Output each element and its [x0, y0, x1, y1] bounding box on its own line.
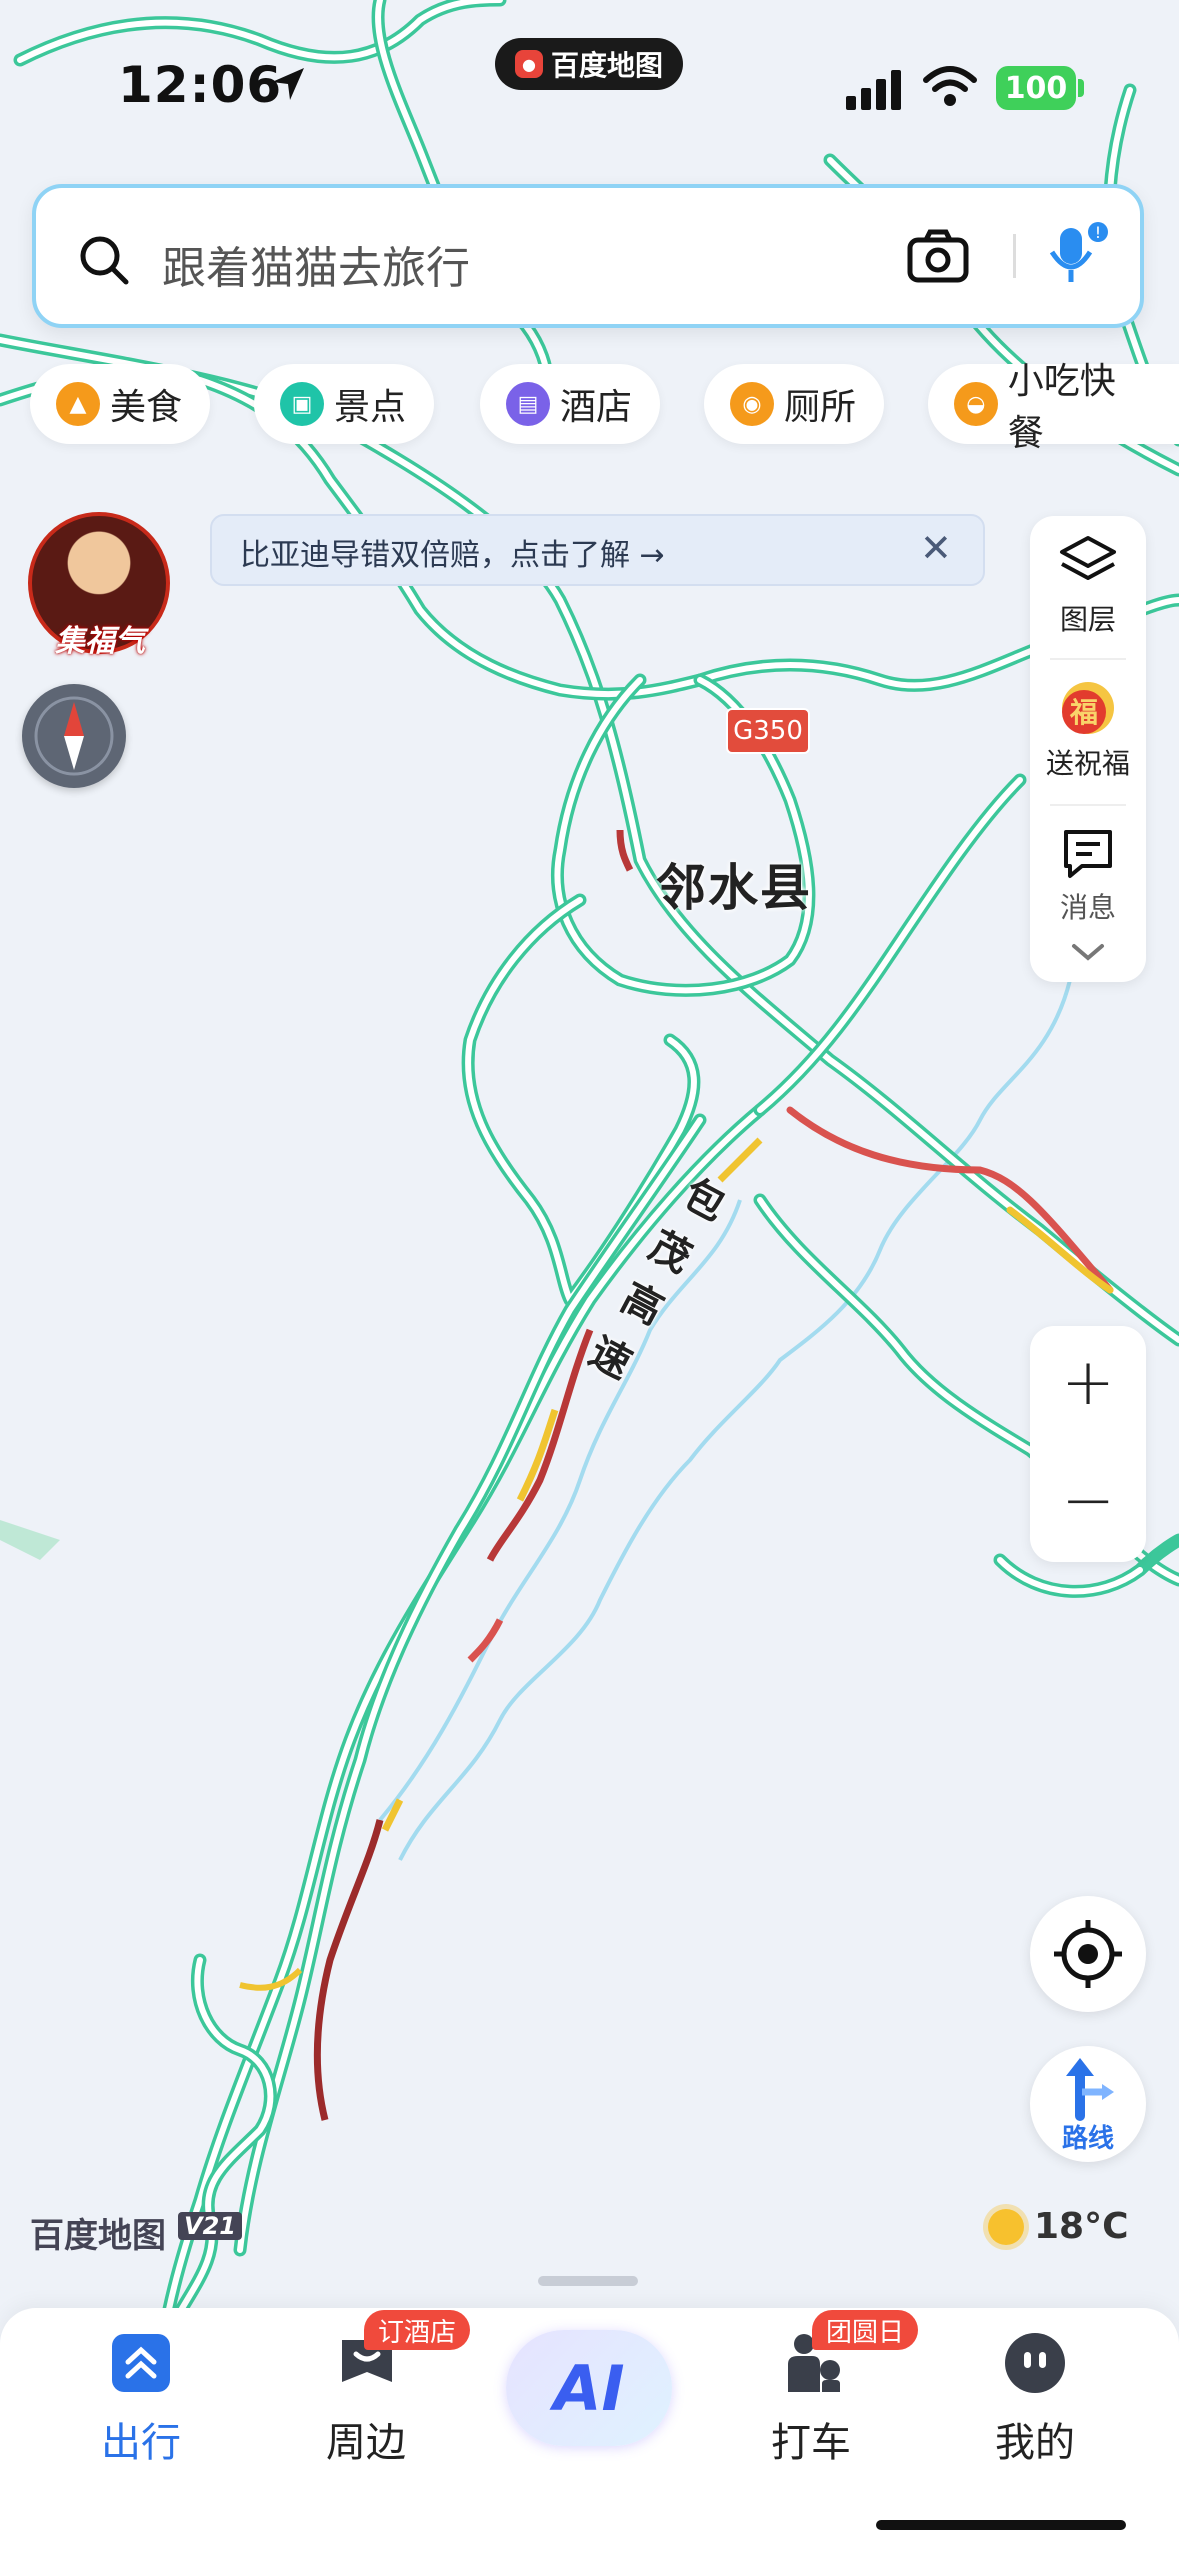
promo-banner-text[interactable]: 比亚迪导错双倍赔，点击了解 → [240, 530, 665, 574]
svg-text:!: ! [1095, 223, 1101, 242]
tool-separator [1050, 804, 1126, 806]
ai-assistant-button[interactable]: AI [506, 2330, 672, 2446]
app-indicator-pill[interactable]: ● 百度地图 [495, 38, 683, 90]
locate-button[interactable] [1030, 1896, 1146, 2012]
home-indicator[interactable] [876, 2520, 1126, 2530]
sheet-handle[interactable] [538, 2276, 638, 2286]
route-label[interactable]: 路线 [1030, 2118, 1146, 2155]
category-chip-scenery[interactable]: ▣ 景点 [254, 364, 435, 444]
nearby-badge: 订酒店 [364, 2310, 471, 2350]
tool-separator [1050, 658, 1126, 660]
county-label[interactable]: 邻水县 [656, 848, 812, 920]
battery-indicator: 100 [996, 66, 1076, 110]
blessing-icon[interactable]: 福 [1054, 678, 1122, 746]
location-arrow-icon [268, 64, 308, 108]
battery-tip [1078, 79, 1084, 97]
status-time: 12:06 [118, 56, 283, 114]
category-label: 厕所 [784, 387, 857, 428]
sun-icon [988, 2208, 1024, 2245]
nav-nearby[interactable]: 周边 [286, 2410, 446, 2468]
wifi-icon [922, 64, 978, 112]
search-icon [76, 232, 130, 290]
category-label: 小吃快餐 [1007, 361, 1116, 454]
profile-icon[interactable] [1002, 2330, 1068, 2400]
toilet-icon: ◉ [730, 382, 774, 426]
close-icon[interactable]: ✕ [920, 526, 952, 570]
category-chip-snack[interactable]: ◒ 小吃快餐 [928, 361, 1179, 454]
hotel-icon: ▤ [506, 382, 550, 426]
svg-text:福: 福 [1069, 696, 1098, 729]
weather-widget[interactable]: 18°C [988, 2206, 1129, 2247]
ai-label: AI [553, 2351, 625, 2425]
search-divider [1013, 234, 1016, 278]
layers-icon[interactable] [1058, 534, 1118, 594]
camera-icon[interactable] [906, 228, 970, 288]
signal-icon [846, 70, 906, 114]
chevron-down-icon[interactable] [1070, 940, 1106, 968]
message-icon[interactable] [1060, 826, 1116, 886]
microphone-icon[interactable]: ! [1044, 220, 1114, 294]
baidu-maps-logo-icon: ● [514, 50, 543, 78]
zoom-out-button[interactable]: − [1030, 1464, 1146, 1538]
road-badge[interactable]: G350 [726, 708, 810, 754]
messages-label[interactable]: 消息 [1030, 886, 1146, 926]
temperature: 18°C [1034, 2206, 1129, 2247]
zoom-in-button[interactable]: + [1030, 1346, 1146, 1420]
crosshair-icon [1054, 1920, 1122, 1988]
avatar-label: 集福气 [55, 624, 145, 659]
blessing-label[interactable]: 送祝福 [1030, 742, 1146, 782]
search-input[interactable]: 跟着猫猫去旅行 [162, 232, 470, 296]
snack-icon: ◒ [954, 382, 998, 426]
compass-icon[interactable] [22, 684, 126, 788]
taxi-badge: 团圆日 [812, 2310, 919, 2350]
map-logo: 百度地图 [30, 2216, 166, 2256]
category-label: 景点 [334, 387, 407, 428]
layers-label[interactable]: 图层 [1030, 598, 1146, 638]
nav-taxi[interactable]: 打车 [731, 2410, 891, 2468]
category-chip-toilet[interactable]: ◉ 厕所 [704, 364, 885, 444]
map-version: V21 [178, 2212, 242, 2240]
nav-travel[interactable]: 出行 [61, 2410, 221, 2468]
app-name: 百度地图 [550, 49, 663, 82]
category-chip-food[interactable]: ▲ 美食 [30, 364, 211, 444]
category-chip-hotel[interactable]: ▤ 酒店 [480, 364, 661, 444]
food-icon: ▲ [56, 382, 100, 426]
route-arrow-icon [1066, 2058, 1114, 2121]
category-label: 酒店 [560, 387, 633, 428]
category-label: 美食 [110, 387, 183, 428]
scenery-icon: ▣ [280, 382, 324, 426]
travel-icon[interactable] [110, 2332, 172, 2398]
nav-profile[interactable]: 我的 [955, 2410, 1115, 2468]
